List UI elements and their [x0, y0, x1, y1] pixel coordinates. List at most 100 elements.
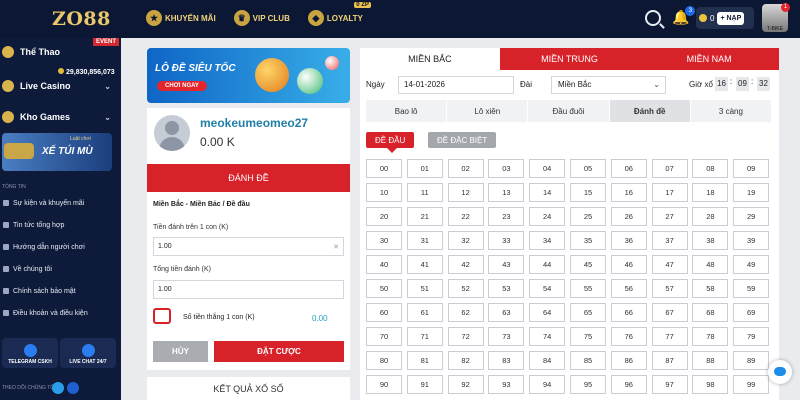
number-cell[interactable]: 62 — [447, 303, 484, 322]
number-cell[interactable]: 85 — [569, 351, 606, 370]
lottery-results-header[interactable]: KẾT QUẢ XỔ SỐ — [147, 377, 350, 400]
number-cell[interactable]: 27 — [651, 207, 688, 226]
number-cell[interactable]: 24 — [529, 207, 566, 226]
number-cell[interactable]: 46 — [610, 255, 647, 274]
number-cell[interactable]: 71 — [406, 327, 443, 346]
sidebar-link-events[interactable]: Sự kiện và khuyến mãi — [0, 193, 121, 213]
number-cell[interactable]: 33 — [488, 231, 525, 250]
number-cell[interactable]: 36 — [610, 231, 647, 250]
tab-lo-xien[interactable]: Lô xiên — [447, 100, 528, 122]
sidebar-item-games[interactable]: Kho Games ⌄ — [0, 103, 121, 131]
number-cell[interactable]: 70 — [366, 327, 402, 346]
number-cell[interactable]: 12 — [447, 183, 484, 202]
tab-central[interactable]: MIỀN TRUNG — [499, 48, 640, 70]
number-cell[interactable]: 83 — [488, 351, 525, 370]
number-cell[interactable]: 65 — [569, 303, 606, 322]
number-cell[interactable]: 18 — [692, 183, 729, 202]
number-cell[interactable]: 78 — [692, 327, 729, 346]
number-cell[interactable]: 88 — [692, 351, 729, 370]
number-cell[interactable]: 74 — [529, 327, 566, 346]
number-cell[interactable]: 60 — [366, 303, 402, 322]
number-cell[interactable]: 29 — [733, 207, 770, 226]
number-cell[interactable]: 49 — [733, 255, 770, 274]
number-cell[interactable]: 42 — [447, 255, 484, 274]
number-cell[interactable]: 58 — [692, 279, 729, 298]
number-cell[interactable]: 56 — [610, 279, 647, 298]
loyalty-link[interactable]: ◆ LOYALTY 0 ZP — [302, 2, 371, 29]
bell-icon[interactable]: 🔔 3 — [672, 6, 696, 26]
tab-3-cang[interactable]: 3 càng — [690, 100, 772, 122]
number-cell[interactable]: 07 — [651, 159, 688, 178]
number-cell[interactable]: 21 — [406, 207, 443, 226]
number-cell[interactable]: 23 — [488, 207, 525, 226]
number-cell[interactable]: 92 — [447, 375, 484, 394]
live-chat-button[interactable]: LIVE CHAT 24/7 — [60, 338, 116, 368]
number-cell[interactable]: 15 — [569, 183, 606, 202]
number-cell[interactable]: 91 — [406, 375, 443, 394]
number-cell[interactable]: 48 — [692, 255, 729, 274]
promo-banner[interactable]: LÔ ĐỀ SIÊU TỐC CHƠI NGAY — [147, 48, 350, 103]
tab-south[interactable]: MIỀN NAM — [639, 48, 780, 70]
number-cell[interactable]: 76 — [610, 327, 647, 346]
number-cell[interactable]: 38 — [692, 231, 729, 250]
telegram-support-button[interactable]: TELEGRAM CSKH — [2, 338, 58, 368]
number-cell[interactable]: 86 — [610, 351, 647, 370]
number-cell[interactable]: 94 — [529, 375, 566, 394]
site-logo[interactable]: ZO88 — [52, 8, 111, 30]
number-cell[interactable]: 03 — [488, 159, 525, 178]
number-cell[interactable]: 55 — [569, 279, 606, 298]
clear-icon[interactable]: ✕ — [333, 243, 339, 251]
number-cell[interactable]: 28 — [692, 207, 729, 226]
number-cell[interactable]: 73 — [488, 327, 525, 346]
number-cell[interactable]: 06 — [610, 159, 647, 178]
tab-bao-lo[interactable]: Bao lô — [366, 100, 447, 122]
number-cell[interactable]: 75 — [569, 327, 606, 346]
number-cell[interactable]: 08 — [692, 159, 729, 178]
number-cell[interactable]: 01 — [406, 159, 443, 178]
number-cell[interactable]: 34 — [529, 231, 566, 250]
deposit-button[interactable]: + NẠP — [717, 11, 745, 25]
number-cell[interactable]: 47 — [651, 255, 688, 274]
station-select[interactable]: Miền Bắc ⌄ — [551, 76, 666, 94]
number-cell[interactable]: 84 — [529, 351, 566, 370]
number-cell[interactable]: 63 — [488, 303, 525, 322]
sidebar-link-privacy[interactable]: Chính sách bảo mật — [0, 281, 121, 301]
number-cell[interactable]: 02 — [447, 159, 484, 178]
number-cell[interactable]: 57 — [651, 279, 688, 298]
number-cell[interactable]: 80 — [366, 351, 402, 370]
number-cell[interactable]: 44 — [529, 255, 566, 274]
number-cell[interactable]: 45 — [569, 255, 606, 274]
sidebar-link-terms[interactable]: Điều khoản và điều kiện — [0, 303, 121, 323]
number-cell[interactable]: 37 — [651, 231, 688, 250]
number-cell[interactable]: 26 — [610, 207, 647, 226]
number-cell[interactable]: 50 — [366, 279, 402, 298]
user-avatar[interactable]: T-BIKE 1 — [762, 3, 790, 32]
number-cell[interactable]: 54 — [529, 279, 566, 298]
number-cell[interactable]: 82 — [447, 351, 484, 370]
number-cell[interactable]: 09 — [733, 159, 770, 178]
number-cell[interactable]: 89 — [733, 351, 770, 370]
number-cell[interactable]: 16 — [610, 183, 647, 202]
sidebar-link-guide[interactable]: Hướng dẫn người chơi — [0, 237, 121, 257]
date-field[interactable]: 14-01-2026 — [398, 76, 514, 94]
number-cell[interactable]: 95 — [569, 375, 606, 394]
telegram-social-icon[interactable] — [52, 382, 64, 394]
number-cell[interactable]: 14 — [529, 183, 566, 202]
play-now-button[interactable]: CHƠI NGAY — [157, 81, 207, 91]
facebook-icon[interactable] — [67, 382, 79, 394]
blind-bag-banner[interactable]: Luật chơi XẾ TÚI MÙ — [2, 133, 112, 171]
number-cell[interactable]: 98 — [692, 375, 729, 394]
number-cell[interactable]: 72 — [447, 327, 484, 346]
tab-north[interactable]: MIỀN BẮC — [360, 48, 500, 70]
number-cell[interactable]: 69 — [733, 303, 770, 322]
number-cell[interactable]: 51 — [406, 279, 443, 298]
tab-danh-de[interactable]: Đánh đề — [609, 100, 690, 122]
sidebar-link-news[interactable]: Tin tức tổng hợp — [0, 215, 121, 235]
number-cell[interactable]: 32 — [447, 231, 484, 250]
number-cell[interactable]: 17 — [651, 183, 688, 202]
number-cell[interactable]: 19 — [733, 183, 770, 202]
promotions-link[interactable]: ★ KHUYẾN MÃI — [140, 7, 222, 29]
number-cell[interactable]: 59 — [733, 279, 770, 298]
number-cell[interactable]: 25 — [569, 207, 606, 226]
place-bet-button[interactable]: ĐẶT CƯỢC — [214, 341, 344, 362]
